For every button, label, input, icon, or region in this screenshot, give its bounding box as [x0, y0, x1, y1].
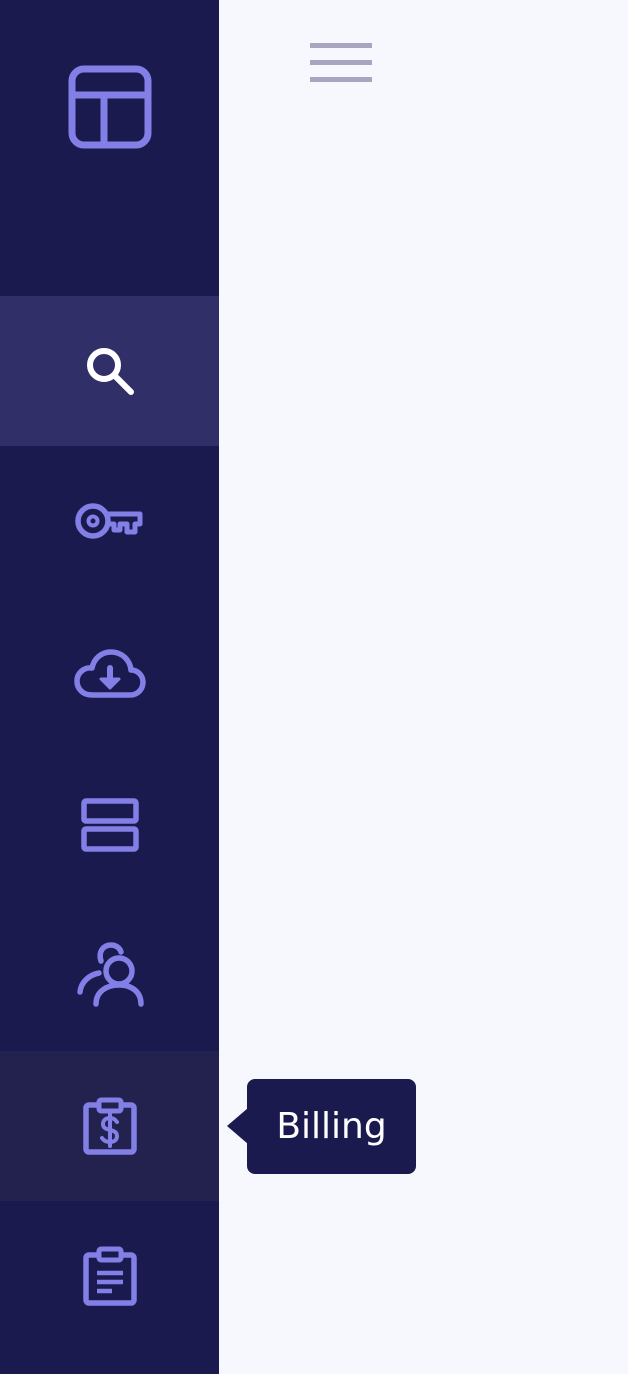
billing-clipboard-icon [82, 1097, 137, 1155]
sidebar-logo[interactable] [0, 0, 219, 210]
server-rows-icon [80, 798, 139, 852]
tooltip-arrow [227, 1108, 248, 1144]
sidebar-item-storage[interactable] [0, 750, 219, 900]
sidebar [0, 0, 219, 1374]
layout-icon [68, 65, 151, 149]
sidebar-item-downloads[interactable] [0, 600, 219, 750]
sidebar-item-billing[interactable] [0, 1051, 219, 1201]
hamburger-menu-icon [310, 43, 372, 82]
search-icon [86, 348, 134, 395]
sidebar-item-reports[interactable] [0, 1201, 219, 1351]
sidebar-item-search[interactable] [0, 296, 219, 446]
clipboard-list-icon [82, 1246, 137, 1306]
sidebar-item-users[interactable] [0, 900, 219, 1050]
billing-tooltip: Billing [247, 1079, 416, 1174]
tooltip-label: Billing [276, 1106, 387, 1147]
sidebar-item-keys[interactable] [0, 446, 219, 596]
app-window: Billing [0, 0, 628, 1374]
menu-toggle-button[interactable] [307, 36, 377, 88]
users-icon [76, 942, 144, 1007]
cloud-download-icon [73, 649, 146, 698]
key-icon [74, 503, 142, 539]
